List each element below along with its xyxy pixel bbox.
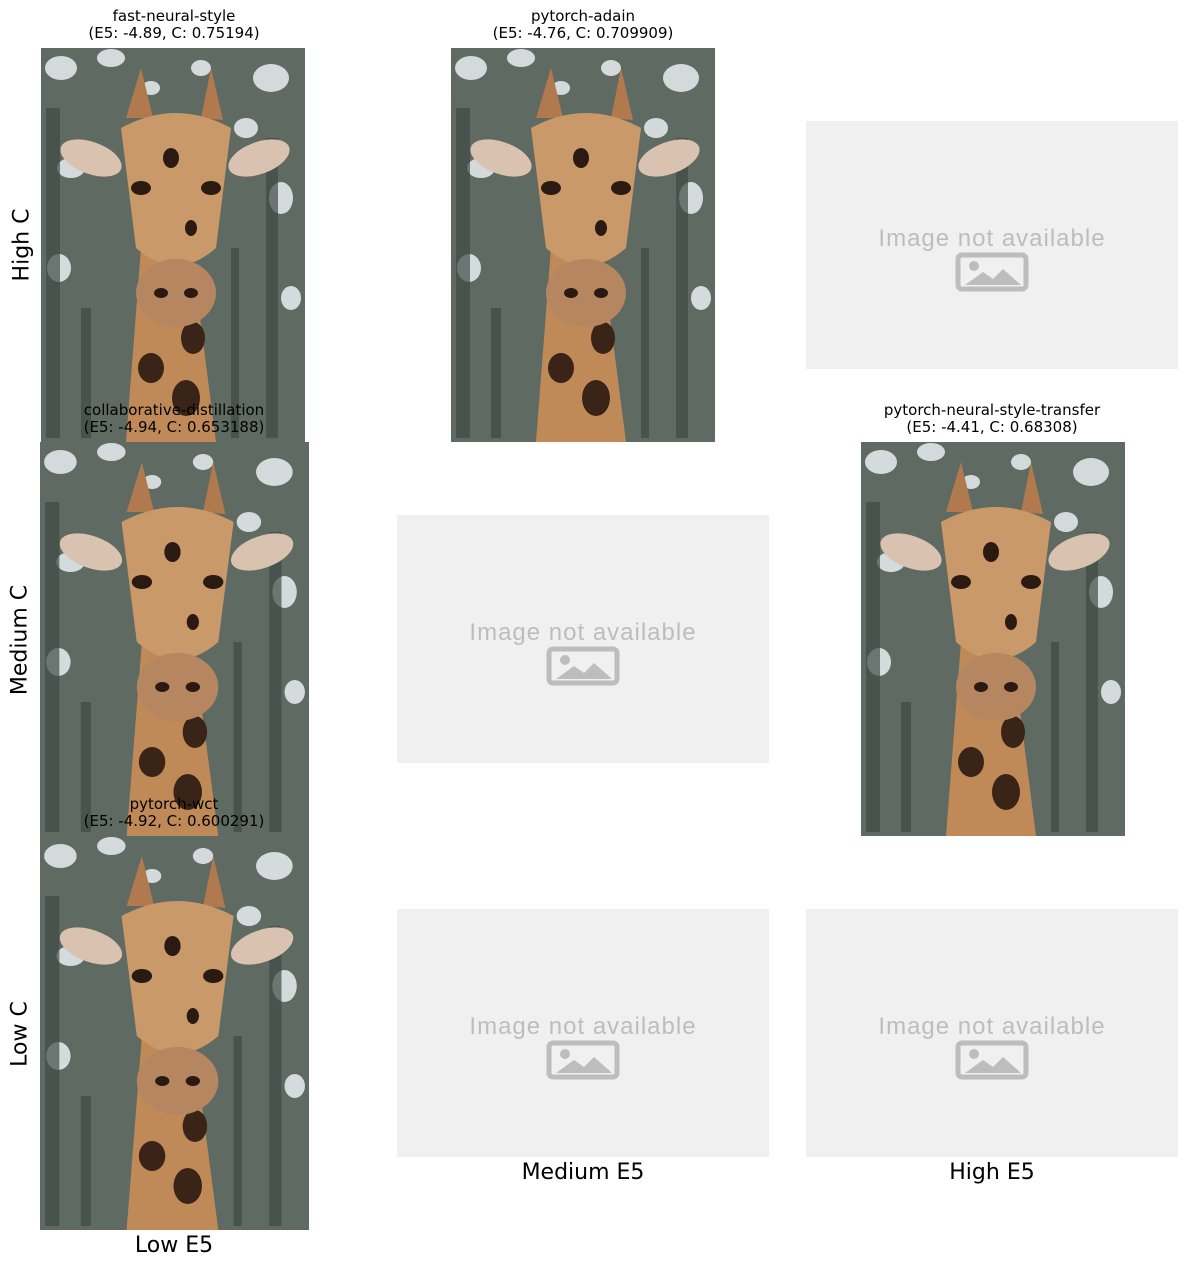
method-name: pytorch-neural-style-transfer bbox=[883, 401, 1101, 419]
stylized-image-pytorch-neural-style-transfer bbox=[861, 442, 1125, 836]
method-name: pytorch-adain bbox=[530, 7, 636, 25]
method-scores: (E5: -4.76, C: 0.709909) bbox=[492, 24, 674, 42]
stylized-image-pytorch-adain bbox=[451, 48, 715, 442]
row-label-high-c: High C bbox=[9, 208, 35, 282]
cell-title-pytorch-wct: pytorch-wct (E5: -4.92, C: 0.600291) bbox=[54, 796, 294, 830]
row-label-low-c: Low C bbox=[7, 1001, 33, 1067]
col-label-high-e5: High E5 bbox=[949, 1160, 1035, 1185]
giraffe-image-icon bbox=[41, 48, 305, 442]
placeholder-text: Image not available bbox=[878, 225, 1106, 253]
image-not-available-low-c-medium-e5: Image not available bbox=[397, 909, 769, 1157]
giraffe-image-icon bbox=[40, 442, 309, 836]
method-name: pytorch-wct bbox=[129, 795, 219, 813]
placeholder-text: Image not available bbox=[469, 1013, 697, 1041]
image-placeholder-icon bbox=[955, 252, 1029, 292]
stylized-image-fast-neural-style bbox=[41, 48, 305, 442]
method-scores: (E5: -4.94, C: 0.653188) bbox=[83, 418, 265, 436]
row-label-medium-c: Medium C bbox=[7, 584, 33, 696]
stylized-image-collaborative-distillation bbox=[40, 442, 309, 836]
col-label-low-e5: Low E5 bbox=[134, 1233, 214, 1258]
image-not-available-medium-c-medium-e5: Image not available bbox=[397, 515, 769, 763]
image-not-available-high-c-high-e5: Image not available bbox=[806, 121, 1178, 369]
cell-title-pytorch-neural-style-transfer: pytorch-neural-style-transfer (E5: -4.41… bbox=[852, 402, 1132, 436]
placeholder-text: Image not available bbox=[878, 1013, 1106, 1041]
image-not-available-low-c-high-e5: Image not available bbox=[806, 909, 1178, 1157]
image-placeholder-icon bbox=[546, 1040, 620, 1080]
cell-title-collaborative-distillation: collaborative-distillation (E5: -4.94, C… bbox=[54, 402, 294, 436]
giraffe-image-icon bbox=[40, 836, 309, 1230]
stylized-image-pytorch-wct bbox=[40, 836, 309, 1230]
col-label-medium-e5: Medium E5 bbox=[521, 1160, 645, 1185]
cell-title-pytorch-adain: pytorch-adain (E5: -4.76, C: 0.709909) bbox=[463, 8, 703, 42]
cell-title-fast-neural-style: fast-neural-style (E5: -4.89, C: 0.75194… bbox=[54, 8, 294, 42]
method-name: collaborative-distillation bbox=[83, 401, 265, 419]
method-name: fast-neural-style bbox=[112, 7, 236, 25]
method-scores: (E5: -4.41, C: 0.68308) bbox=[906, 418, 1078, 436]
method-scores: (E5: -4.89, C: 0.75194) bbox=[88, 24, 260, 42]
giraffe-image-icon bbox=[861, 442, 1125, 836]
placeholder-text: Image not available bbox=[469, 619, 697, 647]
image-placeholder-icon bbox=[955, 1040, 1029, 1080]
giraffe-image-icon bbox=[451, 48, 715, 442]
image-placeholder-icon bbox=[546, 646, 620, 686]
method-scores: (E5: -4.92, C: 0.600291) bbox=[83, 812, 265, 830]
